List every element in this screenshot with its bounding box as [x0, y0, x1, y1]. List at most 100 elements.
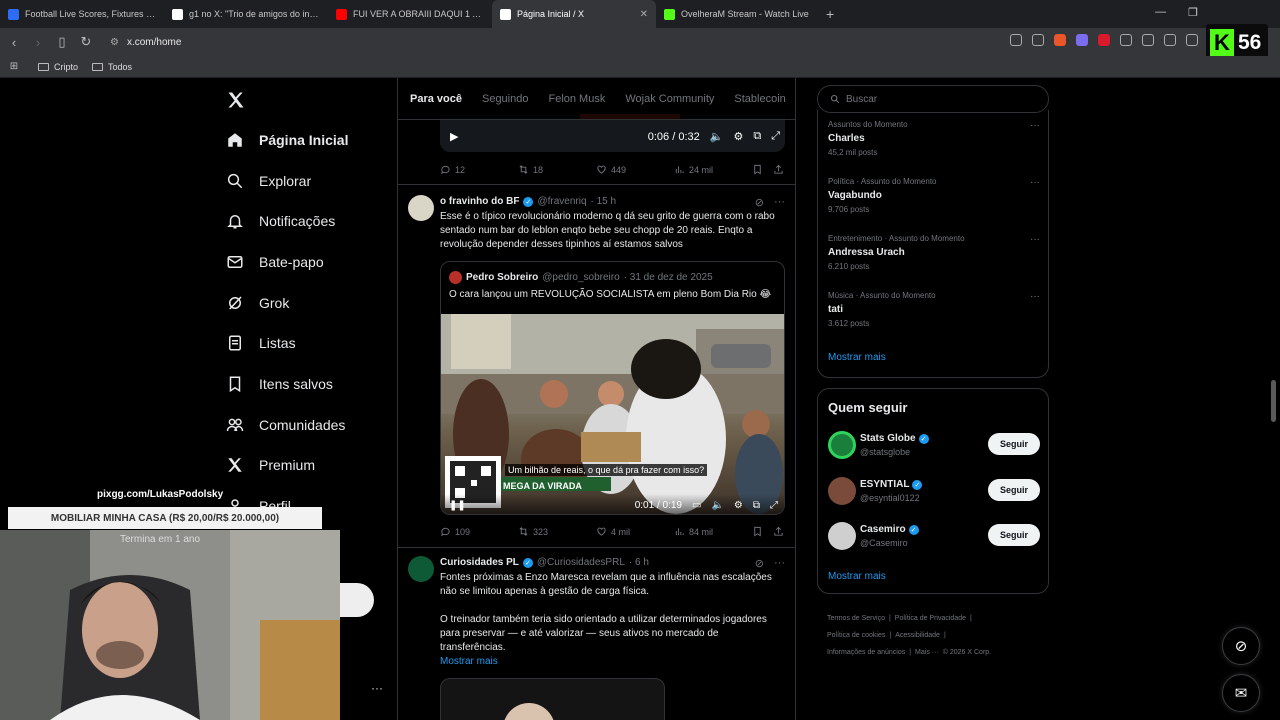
footer-link[interactable]: Política de Privacidade [895, 615, 966, 622]
browser-tab[interactable]: g1 no X: "Trio de amigos do interior [164, 0, 328, 28]
search-box[interactable]: Buscar [817, 85, 1049, 113]
avatar[interactable] [828, 522, 856, 550]
nav-notifications[interactable]: Notificações [226, 212, 335, 230]
quote-author-name[interactable]: Pedro Sobreiro [466, 272, 538, 283]
nav-home[interactable]: Página Inicial [226, 131, 348, 149]
avatar[interactable] [828, 477, 856, 505]
x-logo-icon[interactable] [226, 90, 246, 110]
trend-item[interactable]: Política · Assunto do Momento Vagabundo … [828, 177, 1040, 214]
new-tab-icon[interactable]: + [826, 6, 834, 22]
extension-icon[interactable] [1142, 34, 1154, 46]
reload-icon[interactable]: ↻ [76, 32, 96, 52]
nav-lists[interactable]: Listas [226, 334, 296, 352]
avatar[interactable] [408, 556, 434, 582]
tab-for-you[interactable]: Para você [410, 93, 462, 105]
forward-icon[interactable]: › [28, 32, 48, 52]
extension-icon[interactable] [1076, 34, 1088, 46]
follow-suggestion[interactable]: Stats Globe ✓ @statsglobe Seguir [828, 431, 1040, 461]
fullscreen-icon[interactable]: ⤢ [770, 500, 778, 511]
media-icon[interactable] [1164, 34, 1176, 46]
views-button[interactable]: 24 mil [674, 164, 752, 175]
nav-chat[interactable]: Bate-papo [226, 253, 324, 271]
settings-icon[interactable]: ⚙ [733, 130, 743, 143]
post-time[interactable]: · 15 h [591, 196, 617, 207]
avatar[interactable] [449, 271, 462, 284]
footer-link[interactable]: Mais ··· [915, 649, 939, 656]
share-post-icon[interactable] [773, 526, 784, 537]
show-more-trends-link[interactable]: Mostrar mais [828, 352, 886, 363]
more-icon[interactable]: ··· [774, 196, 785, 209]
url-field[interactable]: ⚙ x.com/home [110, 37, 181, 48]
apps-icon[interactable]: ⊞ [4, 57, 24, 77]
reply-button[interactable]: 12 [440, 164, 518, 175]
post-time[interactable]: · 6 h [629, 557, 649, 568]
views-button[interactable]: 84 mil [674, 526, 752, 537]
extension-icon[interactable] [1098, 34, 1110, 46]
more-icon[interactable]: ··· [1030, 177, 1040, 188]
follow-suggestion[interactable]: Casemiro ✓ @Casemiro Seguir [828, 522, 1040, 552]
volume-icon[interactable]: 🔈 [710, 130, 724, 143]
author-name[interactable]: Curiosidades PL [440, 557, 519, 568]
trend-item[interactable]: Música · Assunto do Momento tati 3.612 p… [828, 291, 1040, 328]
nav-grok[interactable]: Grok [226, 294, 289, 312]
captions-icon[interactable]: ▭ [692, 500, 701, 511]
quoted-post[interactable]: Pedro Sobreiro @pedro_sobreiro · 31 de d… [440, 261, 785, 515]
grok-fab-icon[interactable]: ⊘ [1222, 627, 1260, 665]
bookmark-page-icon[interactable]: ▯ [52, 32, 72, 52]
footer-link[interactable]: Informações de anúncios [827, 649, 905, 656]
footer-link[interactable]: Termos de Serviço [827, 615, 885, 622]
footer-link[interactable]: Acessibilidade [895, 632, 940, 639]
more-icon[interactable]: ··· [1030, 120, 1040, 131]
avatar[interactable] [828, 431, 856, 459]
sidebar-icon[interactable] [1186, 34, 1198, 46]
fullscreen-icon[interactable]: ⤢ [771, 130, 780, 143]
browser-tab[interactable]: OvelheraM Stream - Watch Live [656, 0, 820, 28]
messages-fab-icon[interactable]: ✉ [1222, 674, 1260, 712]
post-image[interactable] [440, 678, 665, 720]
trend-item[interactable]: Assuntos do Momento Charles 45,2 mil pos… [828, 120, 1040, 157]
browser-tab[interactable]: Football Live Scores, Fixtures & Odds [0, 0, 164, 28]
tab-felon-musk[interactable]: Felon Musk [548, 93, 605, 105]
follow-suggestion[interactable]: ESYNTIAL ✓ @esyntial0122 Seguir [828, 477, 1040, 507]
repost-button[interactable]: 18 [518, 164, 596, 175]
repost-button[interactable]: 323 [518, 526, 596, 537]
minimize-icon[interactable]: — [1155, 6, 1166, 19]
nav-premium[interactable]: Premium [226, 456, 315, 474]
back-icon[interactable]: ‹ [4, 32, 24, 52]
site-settings-icon[interactable]: ⚙ [110, 37, 119, 48]
puzzle-icon[interactable] [1120, 34, 1132, 46]
video-frame[interactable]: Um bilhão de reais, o que dá pra fazer c… [441, 314, 784, 514]
show-more-link[interactable]: Mostrar mais [440, 655, 498, 669]
nav-communities[interactable]: Comunidades [226, 416, 345, 434]
author-handle[interactable]: @fravenriq [537, 196, 586, 207]
pause-icon[interactable]: ❚❚ [449, 500, 466, 511]
trend-item[interactable]: Entretenimento · Assunto do Momento Andr… [828, 234, 1040, 271]
follow-button[interactable]: Seguir [988, 479, 1040, 501]
play-icon[interactable]: ▶ [450, 130, 458, 143]
volume-icon[interactable]: 🔈 [711, 500, 723, 511]
tab-stablecoin[interactable]: Stablecoin [734, 93, 785, 105]
share-post-icon[interactable] [773, 164, 784, 175]
bookmark-folder[interactable]: Cripto [38, 62, 78, 72]
browser-tab[interactable]: FUI VER A OBRAIII DAQUI 1 ANO VC [328, 0, 492, 28]
tab-wojak-community[interactable]: Wojak Community [625, 93, 714, 105]
brave-shield-icon[interactable] [1054, 34, 1066, 46]
tab-following[interactable]: Seguindo [482, 93, 529, 105]
settings-icon[interactable]: ⚙ [734, 500, 743, 511]
share-icon[interactable] [1032, 34, 1044, 46]
maximize-icon[interactable]: ❐ [1188, 6, 1198, 19]
pip-icon[interactable]: ⧉ [753, 130, 761, 143]
like-button[interactable]: 449 [596, 164, 674, 175]
follow-button[interactable]: Seguir [988, 524, 1040, 546]
like-button[interactable]: 4 mil [596, 526, 674, 537]
close-tab-icon[interactable]: ✕ [640, 9, 648, 20]
post[interactable]: Curiosidades PL ✓ @CuriosidadesPRL · 6 h… [398, 548, 795, 720]
pip-icon[interactable]: ⧉ [753, 500, 760, 511]
cast-icon[interactable] [1010, 34, 1022, 46]
reply-button[interactable]: 109 [440, 526, 518, 537]
more-icon[interactable]: ··· [1030, 234, 1040, 245]
grok-post-icon[interactable]: ⊘ [755, 196, 764, 209]
grok-post-icon[interactable]: ⊘ [755, 557, 764, 570]
more-icon[interactable]: ··· [371, 681, 383, 695]
more-icon[interactable]: ··· [1030, 291, 1040, 302]
